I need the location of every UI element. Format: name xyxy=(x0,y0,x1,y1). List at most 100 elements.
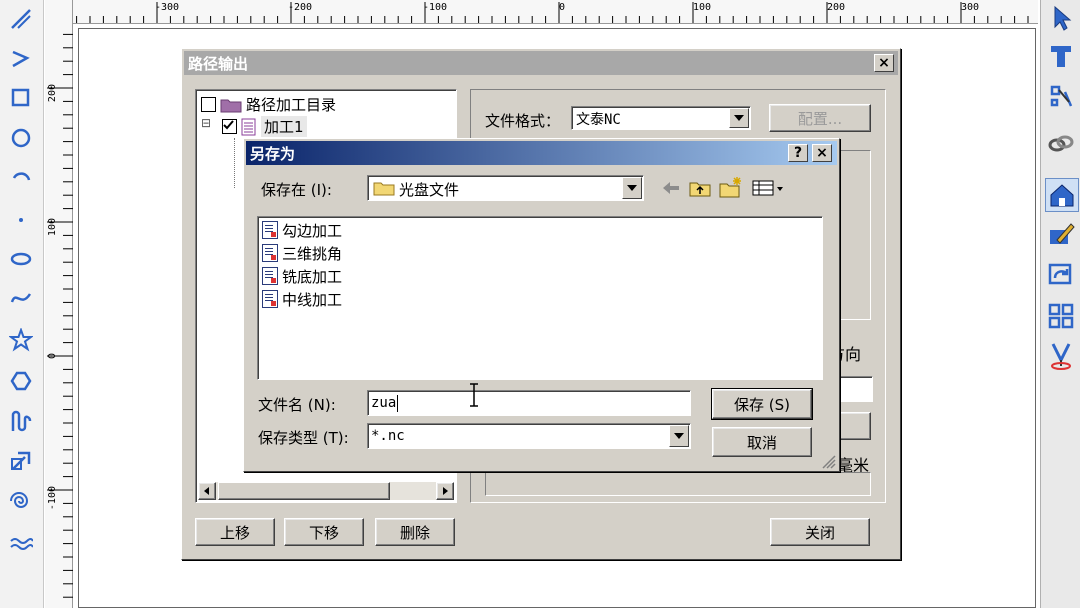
spiral-tool-icon[interactable] xyxy=(6,486,36,516)
cancel-button[interactable]: 取消 xyxy=(712,427,812,457)
config-button[interactable]: 配置... xyxy=(769,104,871,132)
text-caret xyxy=(397,395,398,412)
tree-root-label: 路径加工目录 xyxy=(246,96,337,114)
home-view-icon[interactable] xyxy=(1045,178,1079,212)
path-output-title: 路径输出 xyxy=(188,54,249,73)
tool-path-icon[interactable] xyxy=(1045,340,1077,372)
arc-tool-icon[interactable] xyxy=(6,163,36,193)
rotate-view-icon[interactable] xyxy=(1045,258,1077,290)
spline-tool-icon[interactable] xyxy=(6,283,36,313)
h-ruler-label: -200 xyxy=(288,2,313,13)
chevron-down-icon[interactable] xyxy=(669,425,689,447)
view-menu-icon[interactable] xyxy=(750,177,786,199)
arrow-tool-icon[interactable] xyxy=(6,446,36,476)
left-toolbar xyxy=(0,0,44,608)
filename-value: zua xyxy=(371,395,397,411)
save-button[interactable]: 保存 (S) xyxy=(711,388,813,420)
wave-tool-icon[interactable] xyxy=(6,528,36,558)
file-format-select[interactable]: 文泰NC xyxy=(571,106,751,130)
list-item[interactable]: 铣底加工 xyxy=(262,265,342,287)
save-as-title: 另存为 xyxy=(250,144,296,163)
file-format-value: 文泰NC xyxy=(576,112,621,128)
circle-tool-icon[interactable] xyxy=(6,123,36,153)
select-pointer-icon[interactable] xyxy=(1045,2,1077,34)
back-icon[interactable] xyxy=(660,177,682,199)
chain-icon[interactable] xyxy=(1045,128,1077,160)
hook-tool-icon[interactable] xyxy=(6,406,36,436)
list-item[interactable]: 勾边加工 xyxy=(262,219,342,241)
filename-input[interactable]: zua xyxy=(367,390,691,416)
folder-icon xyxy=(220,99,242,112)
folder-icon xyxy=(373,182,395,196)
horizontal-ruler[interactable]: -300 -200 -100 0 100 200 300 xyxy=(73,0,1038,24)
ibeam-cursor-icon xyxy=(470,383,478,407)
tree-root-item[interactable]: 路径加工目录 xyxy=(201,94,336,115)
move-down-button[interactable]: 下移 xyxy=(284,518,364,546)
h-ruler-label: -100 xyxy=(423,2,448,13)
chevron-down-icon[interactable] xyxy=(622,177,642,199)
draw-edit-icon[interactable] xyxy=(1045,218,1077,250)
up-folder-icon[interactable] xyxy=(688,177,712,199)
close-dialog-button[interactable]: 关闭 xyxy=(770,518,870,546)
file-name: 三维挑角 xyxy=(282,244,343,263)
tree-root-checkbox[interactable] xyxy=(201,97,216,112)
arrow-right-icon xyxy=(443,487,448,495)
h-ruler-label: 0 xyxy=(559,2,566,13)
arrow-left-icon xyxy=(204,487,209,495)
file-format-label: 文件格式： xyxy=(485,112,561,130)
file-list[interactable]: 勾边加工 三维挑角 铣底加工 中线加工 xyxy=(257,216,823,380)
tree-hscrollbar[interactable] xyxy=(198,482,454,500)
tree-child-checkbox[interactable] xyxy=(222,119,237,134)
nc-file-icon xyxy=(262,290,278,308)
list-item[interactable]: 三维挑角 xyxy=(262,242,342,264)
tree-expander-icon[interactable]: ⊟ xyxy=(201,116,211,130)
nc-file-icon xyxy=(262,244,278,262)
new-folder-icon[interactable] xyxy=(718,175,744,199)
scroll-thumb[interactable] xyxy=(218,482,390,500)
file-name: 中线加工 xyxy=(282,290,343,309)
status-box xyxy=(485,472,871,496)
node-edit-icon[interactable] xyxy=(1045,80,1077,112)
ellipse-tool-icon[interactable] xyxy=(6,243,36,273)
v-ruler-label: 200 xyxy=(47,84,58,103)
help-icon: ? xyxy=(793,145,803,161)
star-tool-icon[interactable] xyxy=(6,325,36,355)
save-in-select[interactable]: 光盘文件 xyxy=(367,175,644,201)
close-icon: × xyxy=(816,145,828,161)
save-in-label: 保存在 (I): xyxy=(261,181,332,199)
list-item[interactable]: 中线加工 xyxy=(262,288,342,310)
polygon-tool-icon[interactable] xyxy=(6,366,36,396)
save-as-dialog: 另存为 ? × 保存在 (I): 光盘文件 勾边加工 三维挑角 铣底加工 中线加… xyxy=(243,138,840,472)
h-ruler-label: 100 xyxy=(693,2,712,13)
grid-layout-icon[interactable] xyxy=(1045,300,1077,332)
filetype-value: *.nc xyxy=(371,428,405,444)
save-as-titlebar[interactable]: 另存为 xyxy=(246,141,837,165)
save-in-value: 光盘文件 xyxy=(399,181,460,199)
filetype-select[interactable]: *.nc xyxy=(367,423,691,449)
v-ruler-label: 0 xyxy=(47,353,58,360)
path-output-titlebar[interactable]: 路径输出 xyxy=(184,51,898,75)
tree-child-item[interactable]: 加工1 xyxy=(222,116,307,137)
v-ruler-label: 100 xyxy=(47,218,58,237)
save-as-close-button[interactable]: × xyxy=(812,144,832,162)
close-icon: × xyxy=(878,55,890,71)
scroll-left-button[interactable] xyxy=(198,482,216,500)
h-ruler-label: -300 xyxy=(155,2,180,13)
file-name: 铣底加工 xyxy=(282,267,343,286)
path-output-close-button[interactable]: × xyxy=(874,54,894,72)
tree-connector xyxy=(234,138,235,188)
file-name: 勾边加工 xyxy=(282,221,343,240)
polyline-tool-icon[interactable] xyxy=(6,43,36,73)
rectangle-tool-icon[interactable] xyxy=(6,83,36,113)
help-button[interactable]: ? xyxy=(788,144,808,162)
nc-file-icon xyxy=(262,267,278,285)
chevron-down-icon[interactable] xyxy=(729,108,749,128)
move-up-button[interactable]: 上移 xyxy=(195,518,275,546)
delete-button[interactable]: 删除 xyxy=(375,518,455,546)
resize-grip-icon[interactable] xyxy=(822,455,836,469)
text-tool-icon[interactable] xyxy=(1045,40,1077,72)
vertical-ruler[interactable]: 200 100 0 -100 xyxy=(45,0,73,608)
point-tool-icon[interactable] xyxy=(6,203,36,233)
scroll-right-button[interactable] xyxy=(436,482,454,500)
line-tool-icon[interactable] xyxy=(6,4,36,34)
